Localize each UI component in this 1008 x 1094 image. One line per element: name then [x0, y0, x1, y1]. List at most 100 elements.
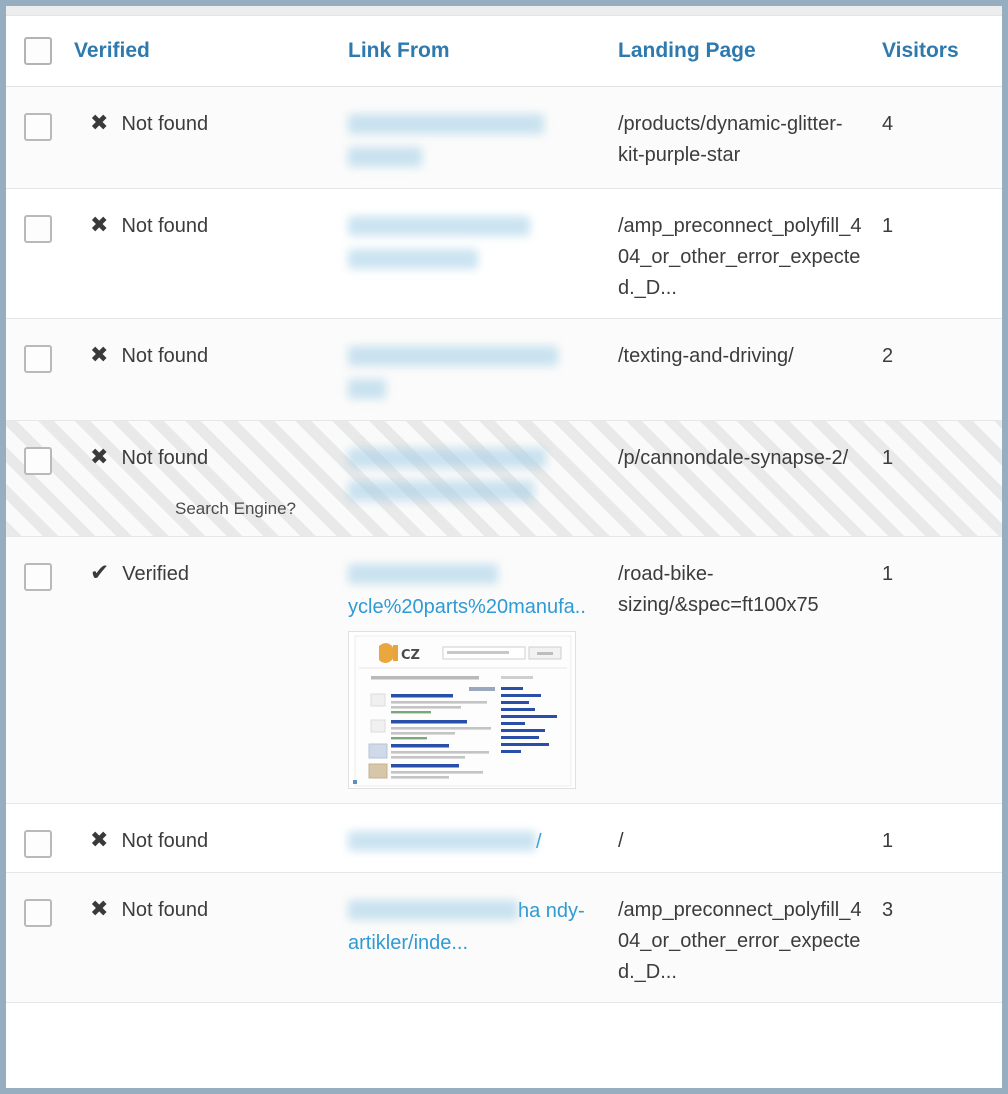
- link-from-wrap[interactable]: /: [348, 826, 606, 858]
- content-area: Verified Link From Landing Page Visitors…: [6, 6, 1002, 1088]
- redacted-domain: [348, 447, 546, 468]
- status-badge: ✔ Verified: [74, 559, 326, 590]
- visitors-count: 1: [882, 829, 894, 852]
- status-label: Not found: [121, 344, 209, 367]
- row-checkbox[interactable]: [24, 562, 52, 591]
- row-select-cell[interactable]: [6, 420, 74, 537]
- row-select-cell[interactable]: [6, 188, 74, 319]
- link-from-cell[interactable]: /: [344, 803, 612, 873]
- not-found-icon: ✖: [90, 896, 109, 922]
- table-row[interactable]: ✖ Not found/amp_preconnect_polyfill_404_o…: [6, 188, 1002, 319]
- table-header: Verified Link From Landing Page Visitors: [6, 16, 1002, 87]
- visitors-count: 2: [882, 344, 894, 367]
- referrer-link[interactable]: [348, 215, 530, 271]
- row-checkbox[interactable]: [24, 214, 52, 243]
- table-row[interactable]: ✖ Not found/products/dynamic-glitter-kit-…: [6, 86, 1002, 189]
- status-label: Not found: [121, 214, 209, 237]
- status-badge: ✖ Not found: [74, 826, 326, 857]
- redacted-domain-line2: [348, 146, 422, 167]
- link-from-cell[interactable]: [344, 318, 612, 421]
- row-select-cell[interactable]: [6, 318, 74, 421]
- landing-page-text: /p/cannondale-synapse-2/: [618, 446, 849, 469]
- row-checkbox[interactable]: [24, 344, 52, 373]
- table-row[interactable]: ✖ Not found / / 1: [6, 803, 1002, 873]
- column-header-visitors[interactable]: Visitors: [874, 16, 1002, 87]
- landing-page-text: /amp_preconnect_polyfill_404_or_other_er…: [618, 898, 862, 983]
- row-checkbox[interactable]: [24, 112, 52, 141]
- status-badge: ✖ Not found: [74, 109, 326, 140]
- status-badge: ✖ Not found: [74, 211, 326, 242]
- column-header-landing-page[interactable]: Landing Page: [612, 16, 874, 87]
- column-header-link-from[interactable]: Link From: [344, 16, 612, 87]
- not-found-icon: ✖: [90, 110, 109, 136]
- referrer-link-visible-text: ycle%20parts%20manufa..: [348, 595, 586, 618]
- status-badge: ✖ Not found: [74, 341, 326, 372]
- visitors-count: 1: [882, 214, 894, 237]
- visitors-cell: 1: [874, 420, 1002, 537]
- table-row[interactable]: ✖ Not found ha ndy-artikler/inde... /amp_pr…: [6, 872, 1002, 1003]
- landing-page-cell: /p/cannondale-synapse-2/: [612, 420, 874, 537]
- landing-page-text: /texting-and-driving/: [618, 344, 794, 367]
- row-checkbox[interactable]: [24, 898, 52, 927]
- link-from-cell[interactable]: [344, 420, 612, 537]
- referrer-link[interactable]: [348, 447, 546, 503]
- search-engine-note: Search Engine?: [175, 498, 296, 518]
- visitors-count: 1: [882, 446, 894, 469]
- row-select-cell[interactable]: [6, 872, 74, 1003]
- link-from-cell[interactable]: ycle%20parts%20manufa.. CZ: [344, 536, 612, 804]
- select-all-header[interactable]: [6, 16, 74, 87]
- row-checkbox[interactable]: [24, 829, 52, 858]
- link-from-wrap[interactable]: [348, 109, 606, 174]
- row-select-cell[interactable]: [6, 536, 74, 804]
- link-from-wrap[interactable]: ha ndy-artikler/inde...: [348, 895, 606, 959]
- referrer-page-thumbnail[interactable]: CZ: [348, 630, 576, 789]
- link-from-cell[interactable]: ha ndy-artikler/inde...: [344, 872, 612, 1003]
- landing-page-cell: /texting-and-driving/: [612, 318, 874, 421]
- landing-page-cell: /amp_preconnect_polyfill_404_or_other_er…: [612, 188, 874, 319]
- status-label: Not found: [121, 446, 209, 469]
- table-header-row: Verified Link From Landing Page Visitors: [6, 16, 1002, 87]
- link-from-wrap[interactable]: [348, 443, 606, 508]
- row-select-cell[interactable]: [6, 86, 74, 189]
- status-label: Not found: [121, 898, 209, 921]
- landing-page-cell: /amp_preconnect_polyfill_404_or_other_er…: [612, 872, 874, 1003]
- link-from-wrap[interactable]: ycle%20parts%20manufa.. CZ: [348, 559, 606, 789]
- table-body: ✖ Not found/products/dynamic-glitter-kit-…: [6, 86, 1002, 1003]
- referrer-link[interactable]: /: [348, 830, 542, 853]
- referrer-link[interactable]: ycle%20parts%20manufa..: [348, 563, 586, 618]
- table-row[interactable]: ✖ Not found/texting-and-driving/2: [6, 318, 1002, 421]
- verified-cell: ✖ Not found: [74, 86, 344, 189]
- select-all-checkbox[interactable]: [24, 36, 52, 65]
- link-from-wrap[interactable]: [348, 341, 606, 406]
- top-strip: [6, 6, 1002, 16]
- referrer-link[interactable]: [348, 113, 544, 169]
- not-found-icon: ✖: [90, 444, 109, 470]
- row-checkbox[interactable]: [24, 446, 52, 475]
- status-label: Not found: [121, 829, 209, 852]
- table-row[interactable]: ✔ Verified ycle%20parts%20manufa.. CZ /r…: [6, 536, 1002, 804]
- redacted-domain: [348, 563, 498, 584]
- not-found-icon: ✖: [90, 212, 109, 238]
- redacted-domain-line2: [348, 480, 534, 501]
- window-frame: Verified Link From Landing Page Visitors…: [0, 0, 1008, 1094]
- visitors-count: 4: [882, 112, 894, 135]
- status-label: Verified: [122, 562, 189, 585]
- verified-cell: ✖ Not found: [74, 318, 344, 421]
- table-row[interactable]: ✖ Not found Search Engine? /p/cannondale-sy…: [6, 420, 1002, 537]
- referrer-link[interactable]: [348, 345, 558, 401]
- row-select-cell[interactable]: [6, 803, 74, 873]
- redacted-domain: [348, 113, 544, 134]
- visitors-cell: 4: [874, 86, 1002, 189]
- landing-page-cell: /road-bike-sizing/&spec=ft100x75: [612, 536, 874, 804]
- referrer-link[interactable]: ha ndy-artikler/inde...: [348, 899, 585, 954]
- column-header-verified[interactable]: Verified: [74, 16, 344, 87]
- landing-page-cell: /: [612, 803, 874, 873]
- link-from-cell[interactable]: [344, 86, 612, 189]
- landing-page-text: /products/dynamic-glitter-kit-purple-sta…: [618, 112, 843, 166]
- visitors-count: 3: [882, 898, 894, 921]
- status-badge: ✖ Not found: [74, 443, 326, 474]
- verified-cell: ✔ Verified: [74, 536, 344, 804]
- link-from-wrap[interactable]: [348, 211, 606, 276]
- link-from-cell[interactable]: [344, 188, 612, 319]
- redacted-domain-line2: [348, 248, 478, 269]
